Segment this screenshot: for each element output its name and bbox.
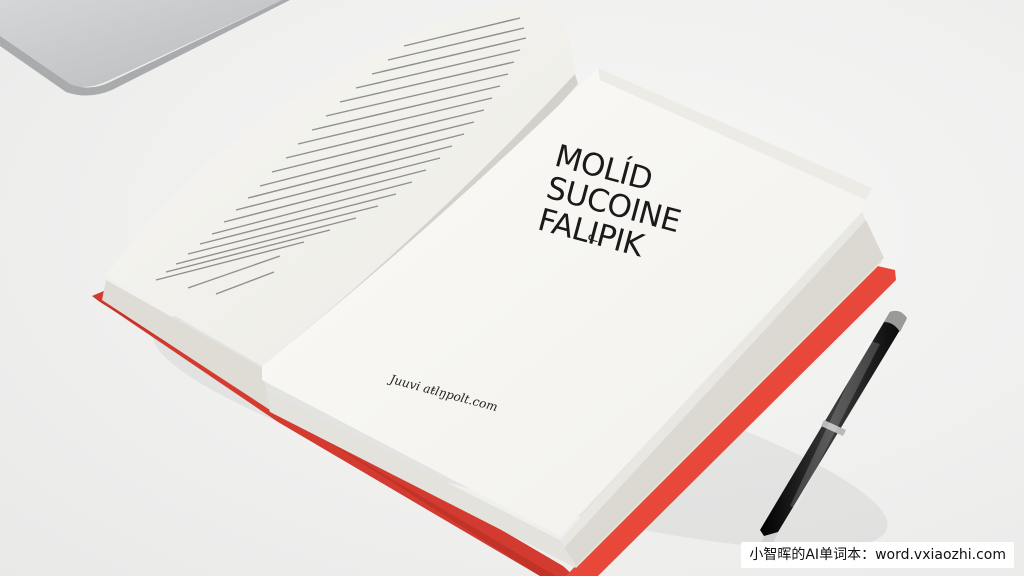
watermark-label: 小智晖的AI单词本：word.vxiaozhi.com <box>741 542 1014 568</box>
laptop-corner <box>0 0 290 96</box>
book-photo <box>0 0 907 576</box>
photo-scene: MOLÍD SUCOINE FALIPIK ᓚ Juuvi aŧlŋpolt.c… <box>0 0 1024 576</box>
